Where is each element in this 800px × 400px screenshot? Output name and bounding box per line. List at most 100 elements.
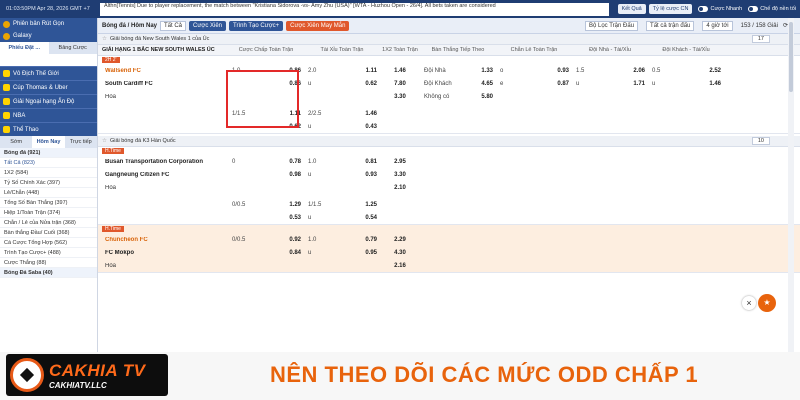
tab-live[interactable]: Trực tiếp xyxy=(65,136,97,148)
home-team: Chuncheon FC xyxy=(105,236,148,243)
league-header[interactable]: ☆ Giải bóng đá New South Wales 1 của Úc … xyxy=(98,34,800,45)
sport-saba[interactable]: Bóng Đá Saba (40) xyxy=(0,268,97,278)
table-row: Busan Transportation Corporation 0 0.78 … xyxy=(98,155,800,168)
close-icon[interactable]: × xyxy=(742,296,756,310)
table-row: 1/1.5 1.11 2/2.5 1.46 xyxy=(98,107,800,120)
odds-cell[interactable]: 0.95 xyxy=(364,250,380,256)
market-select[interactable]: Tất Cả xyxy=(160,20,187,31)
odds-type-button[interactable]: Tỷ lệ cược CN xyxy=(648,4,693,14)
odds-cell[interactable]: 0.87 xyxy=(556,81,572,87)
odds-cell[interactable]: 0.54 xyxy=(364,215,380,221)
odds-cell[interactable]: 1.46 xyxy=(364,111,380,117)
sidebar-sub-item[interactable]: Bàn thắng Đầu/ Cuối (368) xyxy=(0,228,97,238)
sidebar-sub-item[interactable]: Tổng Số Bàn Thắng (397) xyxy=(0,198,97,208)
sidebar-sub-item[interactable]: Tỷ Số Chính Xác (397) xyxy=(0,178,97,188)
sidebar-sub-item[interactable]: Hiệp 1/Toàn Trận (374) xyxy=(0,208,97,218)
table-row: South Cardiff FC 0.86 u 0.62 7.80 Đội Kh… xyxy=(98,77,800,90)
sidebar: Phiên bản Rút Gọn Galaxy Phiếu Đặt ... B… xyxy=(0,18,98,400)
sidebar-item-sports[interactable]: Thể Thao xyxy=(0,122,97,136)
odds-cell[interactable]: 0.62 xyxy=(364,81,380,87)
league-count: 153 / 158 Giải xyxy=(740,22,778,29)
sidebar-item-compact[interactable]: Phiên bản Rút Gọn xyxy=(0,18,97,30)
announcement-ticker[interactable]: Althn[Tennis] Due to player replacement,… xyxy=(100,2,609,16)
sidebar-sub-item[interactable]: Lẻ/Chẵn (448) xyxy=(0,188,97,198)
odds-cell[interactable]: 0.53 xyxy=(288,215,304,221)
header-next-goal: Bàn Thắng Tiếp Theo xyxy=(431,47,485,53)
odds-cell[interactable]: 3.30 xyxy=(380,172,420,178)
odds-cell[interactable]: 0.84 xyxy=(288,250,304,256)
fast-bet-toggle[interactable]: Cược Nhanh xyxy=(698,6,742,12)
sidebar-sub-item[interactable]: Tất Cả (823) xyxy=(0,158,97,168)
tab-bet-list[interactable]: Bảng Cược xyxy=(49,42,98,54)
table-row: Hòa 2.16 xyxy=(98,259,800,272)
odds-cell[interactable]: 4.65 xyxy=(480,81,496,87)
table-row: 0.62 u 0.43 xyxy=(98,120,800,133)
odds-cell[interactable]: 0.81 xyxy=(364,159,380,165)
sub-league-name: GIẢI HẠNG 1 BẮC NEW SOUTH WALES ÚC xyxy=(102,47,215,53)
match-filter-select[interactable]: Bộ Lọc Trận Đấu xyxy=(585,20,639,31)
odds-cell[interactable]: 0.78 xyxy=(288,159,304,165)
odds-cell[interactable]: 2.29 xyxy=(380,237,420,243)
odds-cell[interactable]: 2.06 xyxy=(632,68,648,74)
sidebar-sub-item[interactable]: Trình Tạo Cược+ (488) xyxy=(0,248,97,258)
odds-cell[interactable]: 2.95 xyxy=(380,159,420,165)
scrollbar[interactable] xyxy=(788,18,794,352)
all-matches-select[interactable]: Tất cả trận đấu xyxy=(646,20,695,31)
parlay-button[interactable]: Cược Xiên xyxy=(189,20,226,31)
odds-cell[interactable]: 4.30 xyxy=(380,250,420,256)
column-headers: GIẢI HẠNG 1 BẮC NEW SOUTH WALES ÚC Cược … xyxy=(98,45,800,56)
tab-today[interactable]: Hôm Nay xyxy=(32,136,65,148)
star-icon[interactable]: ☆ xyxy=(102,36,107,42)
odds-cell[interactable]: 3.30 xyxy=(380,94,420,100)
sidebar-item-nba[interactable]: NBA xyxy=(0,108,97,122)
trophy-icon xyxy=(3,70,10,77)
odds-cell[interactable]: 1.33 xyxy=(480,68,496,74)
odds-cell[interactable]: 1.11 xyxy=(364,68,380,74)
odds-cell[interactable]: 1.46 xyxy=(708,81,724,87)
odds-cell[interactable]: 0.93 xyxy=(364,172,380,178)
sidebar-sub-item[interactable]: Cược Thắng (88) xyxy=(0,258,97,268)
sidebar-sub-item[interactable]: Chẵn / Lẻ của Nửa trận (368) xyxy=(0,218,97,228)
bet-builder-button[interactable]: Trình Tạo Cược+ xyxy=(229,20,284,31)
scrollbar-thumb[interactable] xyxy=(789,22,793,92)
odds-cell[interactable]: 5.80 xyxy=(480,94,496,100)
league-header[interactable]: ☆ Giải bóng đá K3 Hàn Quốc 10 xyxy=(98,136,800,147)
odds-cell[interactable]: 2.52 xyxy=(708,68,724,74)
odds-cell[interactable]: 2.10 xyxy=(380,185,420,191)
odds-cell[interactable]: 0.79 xyxy=(364,237,380,243)
odds-cell[interactable]: 7.80 xyxy=(380,81,420,87)
ou-under-label: u xyxy=(308,214,312,221)
tab-early[interactable]: Sớm xyxy=(0,136,32,148)
odds-cell[interactable]: 1.25 xyxy=(364,202,380,208)
sport-football[interactable]: Bóng đá (921) xyxy=(0,148,97,158)
sidebar-item-thomas-cup[interactable]: Cúp Thomas & Uber xyxy=(0,80,97,94)
league-count-badge[interactable]: 17 xyxy=(751,35,770,43)
sidebar-item-label: NBA xyxy=(13,112,26,119)
odds-cell[interactable]: 1.29 xyxy=(288,202,304,208)
time-select[interactable]: 4 giờ tới xyxy=(702,20,733,31)
result-button[interactable]: Kết Quả xyxy=(617,4,646,14)
odd-even-label: e xyxy=(500,80,504,87)
odds-cell[interactable]: 0.92 xyxy=(288,237,304,243)
lucky-parlay-button[interactable]: Cược Xiên May Mắn xyxy=(286,20,350,31)
sidebar-sub-item[interactable]: Cá Cược Tổng Hợp (562) xyxy=(0,238,97,248)
ou-line: 2/2.5 xyxy=(308,110,322,117)
odds-cell[interactable]: 0.93 xyxy=(556,68,572,74)
dark-mode-toggle[interactable]: Chế độ nền tối xyxy=(748,6,796,12)
odds-cell[interactable]: 0.98 xyxy=(288,172,304,178)
odds-cell[interactable]: 2.16 xyxy=(380,263,420,269)
odds-cell[interactable]: 1.71 xyxy=(632,81,648,87)
tab-bet-slip[interactable]: Phiếu Đặt ... xyxy=(0,42,49,54)
home-ou-under-label: u xyxy=(576,80,580,87)
star-icon[interactable]: ☆ xyxy=(102,138,107,144)
sport-breadcrumb: Bóng đá / Hôm Nay xyxy=(102,22,158,29)
table-row: Chuncheon FC 0/0.5 0.92 1.0 0.79 2.29 xyxy=(98,233,800,246)
sidebar-sub-item[interactable]: 1X2 (584) xyxy=(0,168,97,178)
league-count-badge[interactable]: 10 xyxy=(751,137,770,145)
sidebar-item-isl[interactable]: Giải Ngoại hạng Ấn Độ xyxy=(0,94,97,108)
odds-cell[interactable]: 0.43 xyxy=(364,124,380,130)
odds-cell[interactable]: 1.46 xyxy=(380,68,420,74)
sidebar-item-galaxy[interactable]: Galaxy xyxy=(0,30,97,42)
sidebar-item-world-cup[interactable]: Vô Địch Thế Giới xyxy=(0,66,97,80)
promo-icon[interactable]: ★ xyxy=(758,294,776,312)
